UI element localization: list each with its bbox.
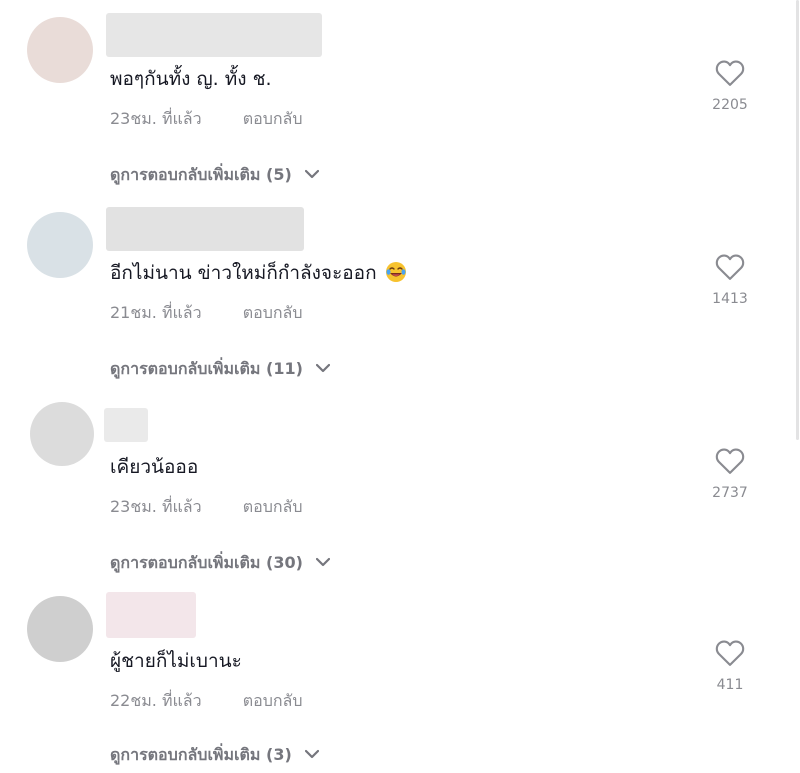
comment-time: 23ชม. ที่แล้ว	[110, 109, 202, 128]
chevron-down-icon	[316, 557, 331, 567]
like-area: 2737	[700, 447, 760, 501]
view-more-replies-button[interactable]: ดูการตอบกลับเพิ่มเติม (3)	[110, 743, 320, 768]
comment-meta: 21ชม. ที่แล้ว ตอบกลับ	[110, 301, 303, 326]
reply-button[interactable]: ตอบกลับ	[243, 301, 303, 326]
username-blurred[interactable]	[106, 207, 304, 251]
scrollbar[interactable]	[790, 0, 800, 773]
comment-text: ผู้ชายก็ไม่เบานะ	[110, 650, 242, 672]
comment-item: เคียวน้อออ 23ชม. ที่แล้ว ตอบกลับ ดูการตอ…	[0, 388, 790, 582]
rolling-laughing-emoji-icon	[385, 262, 406, 282]
avatar[interactable]	[27, 596, 93, 662]
like-count: 411	[716, 677, 744, 693]
reply-button[interactable]: ตอบกลับ	[243, 689, 303, 714]
reply-button[interactable]: ตอบกลับ	[243, 495, 303, 520]
chevron-down-icon	[305, 169, 320, 179]
heart-icon[interactable]	[715, 447, 745, 475]
chevron-down-icon	[316, 363, 331, 373]
comment-time: 22ชม. ที่แล้ว	[110, 691, 202, 710]
view-more-replies-label: ดูการตอบกลับเพิ่มเติม (5)	[110, 165, 292, 184]
comment-text: อีกไม่นาน ข่าวใหม่ก็กำลังจะออก	[110, 258, 407, 288]
comment-text-content: อีกไม่นาน ข่าวใหม่ก็กำลังจะออก	[110, 262, 377, 284]
username-blurred[interactable]	[106, 13, 322, 57]
comment-item: พอๆกันทั้ง ญ. ทั้ง ช. 23ชม. ที่แล้ว ตอบก…	[0, 0, 790, 194]
username-blurred[interactable]	[104, 408, 148, 442]
comment-item: ผู้ชายก็ไม่เบานะ 22ชม. ที่แล้ว ตอบกลับ ด…	[0, 582, 790, 773]
comment-text: เคียวน้อออ	[110, 456, 199, 478]
view-more-replies-label: ดูการตอบกลับเพิ่มเติม (30)	[110, 553, 303, 572]
heart-icon[interactable]	[715, 253, 745, 281]
comment-meta: 23ชม. ที่แล้ว ตอบกลับ	[110, 495, 303, 520]
comment-meta: 23ชม. ที่แล้ว ตอบกลับ	[110, 107, 303, 132]
heart-icon[interactable]	[715, 59, 745, 87]
view-more-replies-button[interactable]: ดูการตอบกลับเพิ่มเติม (5)	[110, 163, 320, 188]
like-area: 2205	[700, 59, 760, 113]
comment-list: พอๆกันทั้ง ญ. ทั้ง ช. 23ชม. ที่แล้ว ตอบก…	[0, 0, 800, 773]
heart-icon[interactable]	[715, 639, 745, 667]
like-count: 1413	[712, 291, 748, 307]
reply-button[interactable]: ตอบกลับ	[243, 107, 303, 132]
avatar[interactable]	[27, 212, 93, 278]
comment-time: 23ชม. ที่แล้ว	[110, 497, 202, 516]
comment-item: อีกไม่นาน ข่าวใหม่ก็กำลังจะออก 21ชม. ที่…	[0, 194, 790, 388]
comment-meta: 22ชม. ที่แล้ว ตอบกลับ	[110, 689, 303, 714]
view-more-replies-button[interactable]: ดูการตอบกลับเพิ่มเติม (11)	[110, 357, 331, 382]
avatar[interactable]	[27, 17, 93, 83]
username-blurred[interactable]	[106, 592, 196, 638]
like-count: 2737	[712, 485, 748, 501]
scrollbar-thumb[interactable]	[796, 0, 799, 440]
comment-text: พอๆกันทั้ง ญ. ทั้ง ช.	[110, 68, 272, 90]
avatar[interactable]	[30, 402, 94, 466]
like-area: 1413	[700, 253, 760, 307]
like-count: 2205	[712, 97, 748, 113]
chevron-down-icon	[305, 749, 320, 759]
view-more-replies-label: ดูการตอบกลับเพิ่มเติม (3)	[110, 745, 292, 764]
view-more-replies-label: ดูการตอบกลับเพิ่มเติม (11)	[110, 359, 303, 378]
like-area: 411	[700, 639, 760, 693]
comment-time: 21ชม. ที่แล้ว	[110, 303, 202, 322]
view-more-replies-button[interactable]: ดูการตอบกลับเพิ่มเติม (30)	[110, 551, 331, 576]
